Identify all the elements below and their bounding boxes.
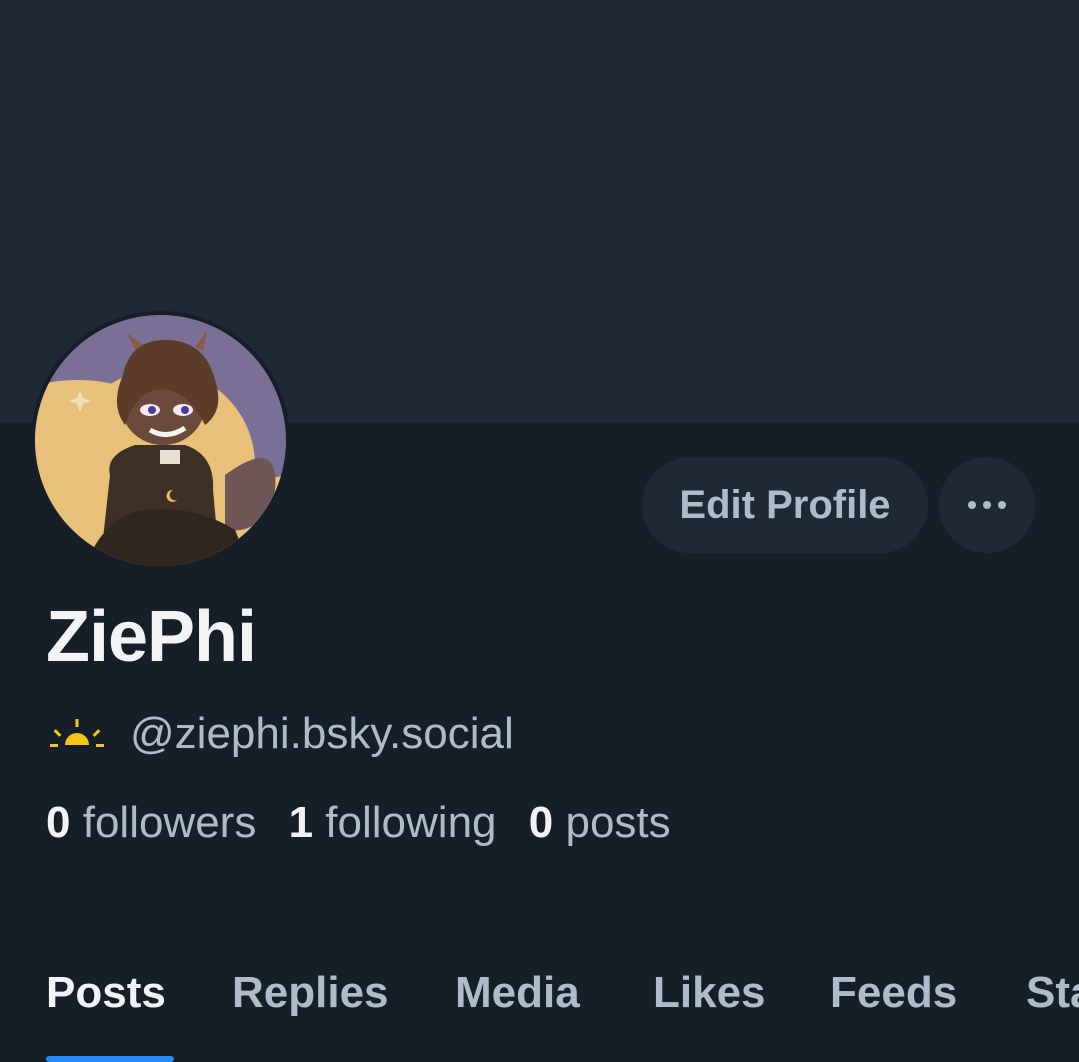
posts-stat: 0 posts [529,798,671,847]
tab-replies[interactable]: Replies [232,968,389,1018]
ellipsis-icon [968,501,1006,509]
profile-handle: @ziephi.bsky.social [130,709,514,758]
sunrise-icon [50,719,104,747]
edit-profile-label: Edit Profile [679,482,891,527]
profile-screen: Edit Profile ZiePhi @ziephi.bsky.social … [0,0,1079,1062]
following-stat[interactable]: 1 following [289,798,497,847]
followers-label: followers [82,798,257,847]
profile-tabs: Posts Replies Media Likes Feeds Starter … [0,960,1079,1062]
tab-feeds[interactable]: Feeds [830,968,957,1018]
avatar[interactable] [31,311,290,570]
edit-profile-button[interactable]: Edit Profile [642,457,928,553]
followers-stat[interactable]: 0 followers [46,798,256,847]
active-tab-indicator [46,1056,174,1062]
more-options-button[interactable] [939,457,1035,553]
tab-likes[interactable]: Likes [653,968,766,1018]
profile-stats: 0 followers 1 following 0 posts [46,798,691,848]
posts-count: 0 [528,798,554,847]
posts-label: posts [565,798,671,847]
tab-media[interactable]: Media [455,968,580,1018]
handle-row: @ziephi.bsky.social [48,706,514,762]
following-label: following [325,798,497,847]
display-name: ZiePhi [46,597,257,677]
tab-posts[interactable]: Posts [46,968,166,1018]
tab-starter-packs[interactable]: Starter Packs [1026,968,1079,1018]
avatar-image [35,315,286,566]
following-count: 1 [288,798,314,847]
followers-count: 0 [46,798,71,847]
